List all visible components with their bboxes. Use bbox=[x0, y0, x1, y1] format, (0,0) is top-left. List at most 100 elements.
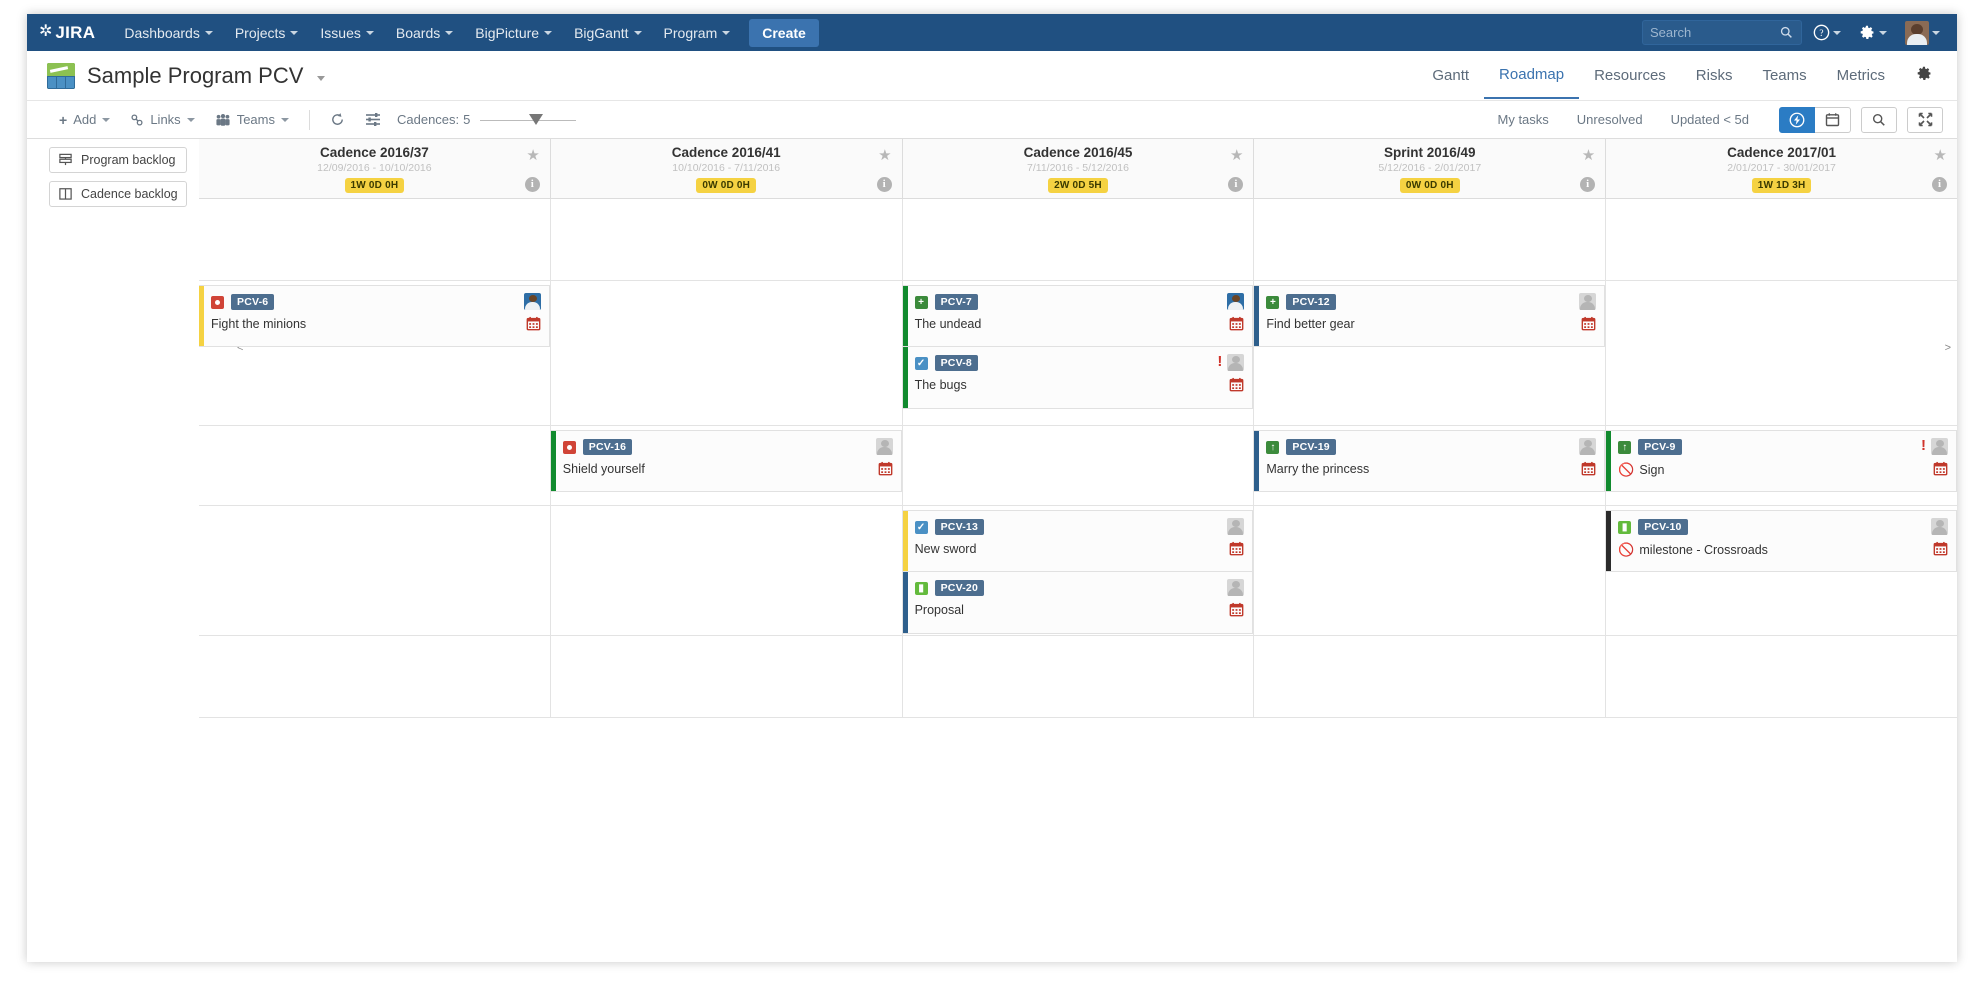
tab-risks[interactable]: Risks bbox=[1681, 53, 1748, 98]
nav-item-projects[interactable]: Projects bbox=[224, 15, 310, 51]
cadence-cell[interactable]: ✓ PCV-13 New sword ▮ PCV-20 Proposal bbox=[902, 506, 1255, 635]
issue-key-badge[interactable]: PCV-10 bbox=[1638, 519, 1688, 535]
issue-key-badge[interactable]: PCV-19 bbox=[1286, 439, 1336, 455]
cadence-cell[interactable]: ▮ PCV-10 🚫 milestone - Crossroads bbox=[1606, 506, 1957, 635]
cadence-cell[interactable] bbox=[551, 199, 903, 280]
issue-card[interactable]: ✓ PCV-8 The bugs! bbox=[902, 347, 1254, 409]
issue-key-badge[interactable]: PCV-13 bbox=[934, 519, 984, 535]
issue-card[interactable]: + PCV-12 Find better gear bbox=[1254, 285, 1606, 347]
info-icon[interactable]: i bbox=[876, 177, 892, 192]
cadence-cell[interactable]: ↑ PCV-19 Marry the princess bbox=[1254, 426, 1607, 505]
info-icon[interactable]: i bbox=[524, 177, 540, 192]
cadence-cell[interactable]: + PCV-12 Find better gear bbox=[1254, 281, 1607, 425]
assignee-avatar[interactable] bbox=[1227, 354, 1245, 371]
issue-key-badge[interactable]: PCV-16 bbox=[582, 439, 633, 455]
due-date-calendar-icon[interactable] bbox=[1581, 316, 1596, 331]
issue-key-badge[interactable]: PCV-8 bbox=[934, 355, 978, 371]
star-icon[interactable]: ★ bbox=[1230, 146, 1243, 164]
card-calendar-button[interactable] bbox=[1581, 461, 1596, 481]
settings-menu[interactable] bbox=[1852, 18, 1894, 47]
quick-mode-button[interactable] bbox=[1779, 106, 1815, 133]
page-title[interactable]: Sample Program PCV bbox=[87, 63, 325, 89]
cadence-cell[interactable] bbox=[199, 506, 551, 635]
cadence-cell[interactable] bbox=[903, 199, 1255, 280]
cadence-cell[interactable] bbox=[1254, 199, 1607, 280]
cadence-cell[interactable] bbox=[1606, 281, 1957, 425]
nav-item-bigpicture[interactable]: BigPicture bbox=[464, 15, 563, 51]
card-calendar-button[interactable] bbox=[1229, 541, 1244, 561]
cadence-cell[interactable]: ↑ PCV-9 🚫 Sign! bbox=[1606, 426, 1957, 505]
filter-settings-button[interactable] bbox=[355, 106, 391, 133]
create-button[interactable]: Create bbox=[749, 18, 819, 47]
links-button[interactable]: Links bbox=[120, 106, 204, 133]
assignee-avatar[interactable] bbox=[1930, 438, 1948, 455]
nav-item-biggantt[interactable]: BigGantt bbox=[563, 15, 652, 51]
cadence-cell[interactable] bbox=[1606, 636, 1957, 717]
search-input[interactable] bbox=[1650, 25, 1780, 40]
due-date-calendar-icon[interactable] bbox=[1229, 316, 1244, 331]
cadence-cell[interactable] bbox=[1254, 636, 1607, 717]
card-calendar-button[interactable] bbox=[526, 316, 541, 336]
due-date-calendar-icon[interactable] bbox=[1229, 602, 1244, 617]
due-date-calendar-icon[interactable] bbox=[1229, 541, 1244, 556]
fullscreen-button[interactable] bbox=[1907, 106, 1943, 133]
card-calendar-button[interactable] bbox=[1933, 461, 1948, 481]
assignee-avatar[interactable] bbox=[1579, 293, 1597, 310]
cadence-cell[interactable] bbox=[551, 636, 903, 717]
assignee-avatar[interactable] bbox=[1227, 579, 1245, 596]
nav-item-program[interactable]: Program bbox=[653, 15, 742, 51]
issue-key-badge[interactable]: PCV-9 bbox=[1638, 439, 1682, 455]
cadence-backlog-button[interactable]: Cadence backlog bbox=[49, 181, 187, 207]
nav-item-dashboards[interactable]: Dashboards bbox=[113, 15, 224, 51]
star-icon[interactable]: ★ bbox=[878, 146, 891, 164]
issue-key-badge[interactable]: PCV-12 bbox=[1286, 294, 1336, 310]
board-search-button[interactable] bbox=[1861, 106, 1897, 133]
cadence-cell[interactable] bbox=[903, 426, 1255, 505]
card-calendar-button[interactable] bbox=[1229, 316, 1244, 336]
issue-card[interactable]: ▮ PCV-10 🚫 milestone - Crossroads bbox=[1606, 510, 1957, 572]
cadence-cell[interactable] bbox=[199, 426, 551, 505]
issue-key-badge[interactable]: PCV-7 bbox=[934, 294, 978, 310]
slider-thumb[interactable] bbox=[529, 113, 544, 125]
tab-resources[interactable]: Resources bbox=[1579, 53, 1681, 98]
star-icon[interactable]: ★ bbox=[1582, 146, 1595, 164]
issue-card[interactable]: ↑ PCV-19 Marry the princess bbox=[1254, 430, 1606, 492]
issue-card[interactable]: PCV-16 Shield yourself bbox=[550, 430, 902, 492]
tab-roadmap[interactable]: Roadmap bbox=[1484, 52, 1580, 99]
tab-gantt[interactable]: Gantt bbox=[1417, 53, 1484, 98]
due-date-calendar-icon[interactable] bbox=[1933, 541, 1948, 556]
jira-logo[interactable]: ✲ JIRA bbox=[39, 23, 95, 43]
info-icon[interactable]: i bbox=[1228, 177, 1244, 192]
profile-menu[interactable] bbox=[1898, 15, 1947, 51]
filter-unresolved[interactable]: Unresolved bbox=[1563, 105, 1657, 134]
cadence-cell[interactable] bbox=[551, 281, 903, 425]
issue-card[interactable]: ✓ PCV-13 New sword bbox=[902, 510, 1254, 572]
refresh-button[interactable] bbox=[320, 106, 355, 133]
due-date-calendar-icon[interactable] bbox=[1229, 377, 1244, 392]
nav-item-boards[interactable]: Boards bbox=[385, 15, 464, 51]
cadence-cell[interactable]: + PCV-7 The undead ✓ PCV-8 The bugs! bbox=[902, 281, 1255, 425]
program-backlog-button[interactable]: Program backlog bbox=[49, 147, 187, 173]
filter-updated[interactable]: Updated < 5d bbox=[1657, 105, 1763, 134]
calendar-mode-button[interactable] bbox=[1815, 106, 1851, 133]
cadence-cell[interactable] bbox=[903, 636, 1255, 717]
card-calendar-button[interactable] bbox=[878, 461, 893, 481]
cadence-cell[interactable] bbox=[1254, 506, 1607, 635]
issue-key-badge[interactable]: PCV-6 bbox=[231, 294, 275, 310]
due-date-calendar-icon[interactable] bbox=[878, 461, 893, 476]
cadence-cell[interactable] bbox=[199, 199, 551, 280]
info-icon[interactable]: i bbox=[1580, 177, 1596, 192]
cadences-slider[interactable] bbox=[480, 113, 577, 127]
cadence-cell[interactable]: PCV-16 Shield yourself bbox=[550, 426, 903, 505]
issue-card[interactable]: ▮ PCV-20 Proposal bbox=[902, 572, 1254, 634]
card-calendar-button[interactable] bbox=[1229, 602, 1244, 622]
cadence-cell[interactable] bbox=[199, 636, 551, 717]
help-menu[interactable]: ? bbox=[1806, 18, 1848, 47]
card-calendar-button[interactable] bbox=[1229, 377, 1244, 397]
issue-key-badge[interactable]: PCV-20 bbox=[934, 580, 984, 596]
cadence-cell[interactable] bbox=[551, 506, 903, 635]
assignee-avatar[interactable] bbox=[1579, 438, 1597, 455]
teams-button[interactable]: Teams bbox=[205, 106, 299, 133]
assignee-avatar[interactable] bbox=[1227, 293, 1245, 310]
tab-metrics[interactable]: Metrics bbox=[1822, 53, 1900, 98]
